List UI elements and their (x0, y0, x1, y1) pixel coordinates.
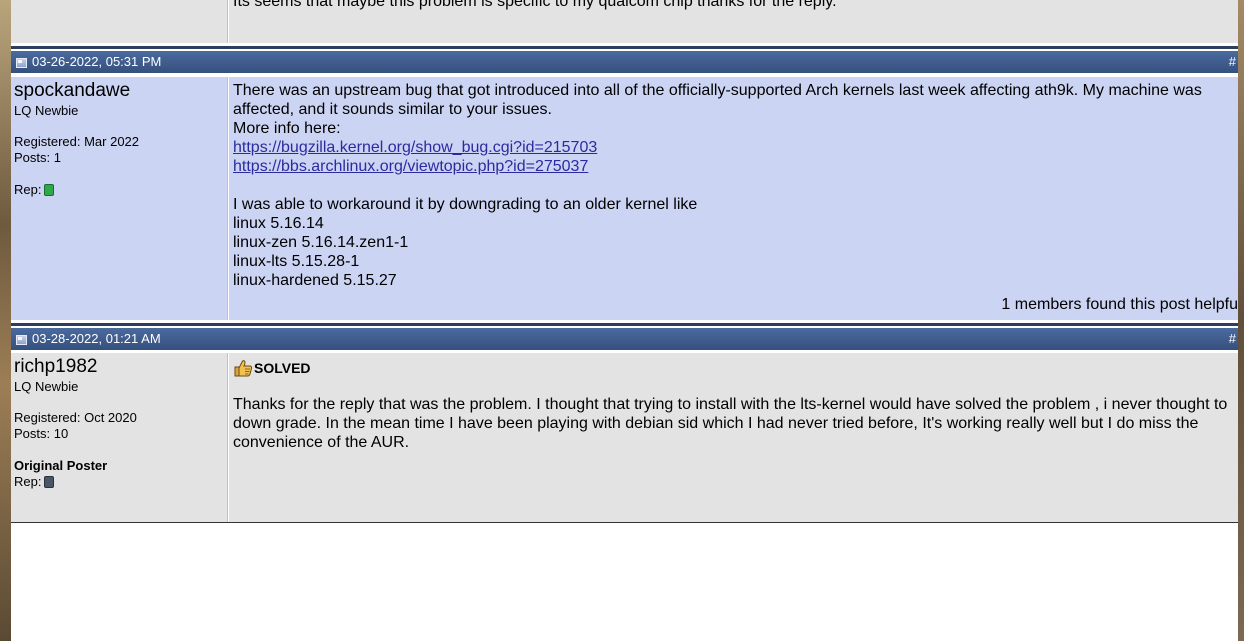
rep-indicator-icon[interactable] (44, 475, 55, 488)
old-post-icon (16, 335, 27, 345)
post-number-link[interactable]: # (1229, 51, 1236, 73)
original-poster-label: Original Poster (14, 458, 108, 473)
post-body: spockandawe LQ Newbie Registered: Mar 20… (11, 77, 1238, 320)
rep-indicator-icon[interactable] (44, 183, 55, 196)
message-paragraph: Thanks for the reply that was the proble… (233, 396, 1228, 451)
post-body: richp1982 LQ Newbie Registered: Oct 2020… (11, 353, 1238, 522)
username-link[interactable]: richp1982 (14, 356, 97, 377)
user-title: LQ Newbie (14, 379, 79, 394)
reputation: Rep: (14, 182, 227, 198)
previous-post: Its seems that maybe this problem is spe… (11, 0, 1238, 43)
kernel-version-line: linux-lts 5.15.28-1 (233, 253, 360, 270)
kernel-version-line: linux 5.16.14 (233, 215, 324, 232)
post-count: Posts: 1 (14, 150, 61, 165)
kernel-version-line: linux-zen 5.16.14.zen1-1 (233, 234, 409, 251)
user-info-cell: spockandawe LQ Newbie Registered: Mar 20… (11, 77, 228, 320)
window-left-edge (0, 0, 11, 641)
forum-thread-page: Its seems that maybe this problem is spe… (11, 0, 1238, 641)
post-count: Posts: 10 (14, 426, 69, 441)
archlinux-forum-link[interactable]: https://bbs.archlinux.org/viewtopic.php?… (233, 158, 588, 175)
message-paragraph: There was an upstream bug that got intro… (233, 82, 1202, 118)
message-line: More info here: (233, 120, 341, 137)
username-link[interactable]: spockandawe (14, 80, 130, 101)
post-divider (11, 522, 1238, 523)
previous-post-message: Its seems that maybe this problem is spe… (233, 0, 837, 10)
solved-label: SOLVED (254, 360, 311, 376)
previous-post-message-cell: Its seems that maybe this problem is spe… (229, 0, 1238, 43)
post-date: 03-28-2022, 01:21 AM (32, 331, 161, 346)
kernel-version-line: linux-hardened 5.15.27 (233, 272, 397, 289)
post-header: 03-28-2022, 01:21 AM # (11, 326, 1238, 351)
post-header: 03-26-2022, 05:31 PM # (11, 49, 1238, 74)
window-right-edge (1238, 0, 1244, 641)
previous-post-user-cell (11, 0, 228, 43)
bugzilla-link[interactable]: https://bugzilla.kernel.org/show_bug.cgi… (233, 139, 597, 156)
user-title: LQ Newbie (14, 103, 79, 118)
registered-date: Registered: Mar 2022 (14, 134, 140, 149)
rep-label: Rep: (14, 474, 42, 489)
post-date: 03-26-2022, 05:31 PM (32, 54, 162, 69)
reputation: Rep: (14, 474, 227, 490)
old-post-icon (16, 58, 27, 68)
rep-label: Rep: (14, 182, 42, 197)
post-number-link[interactable]: # (1229, 328, 1236, 350)
message-cell: There was an upstream bug that got intro… (229, 77, 1238, 320)
helpful-count: 1 members found this post helpfu (1001, 296, 1238, 313)
user-info-cell: richp1982 LQ Newbie Registered: Oct 2020… (11, 353, 228, 522)
message-cell: SOLVED Thanks for the reply that was the… (229, 353, 1238, 522)
thumbs-up-icon (234, 360, 253, 377)
message-line: I was able to workaround it by downgradi… (233, 196, 698, 213)
registered-date: Registered: Oct 2020 (14, 410, 137, 425)
